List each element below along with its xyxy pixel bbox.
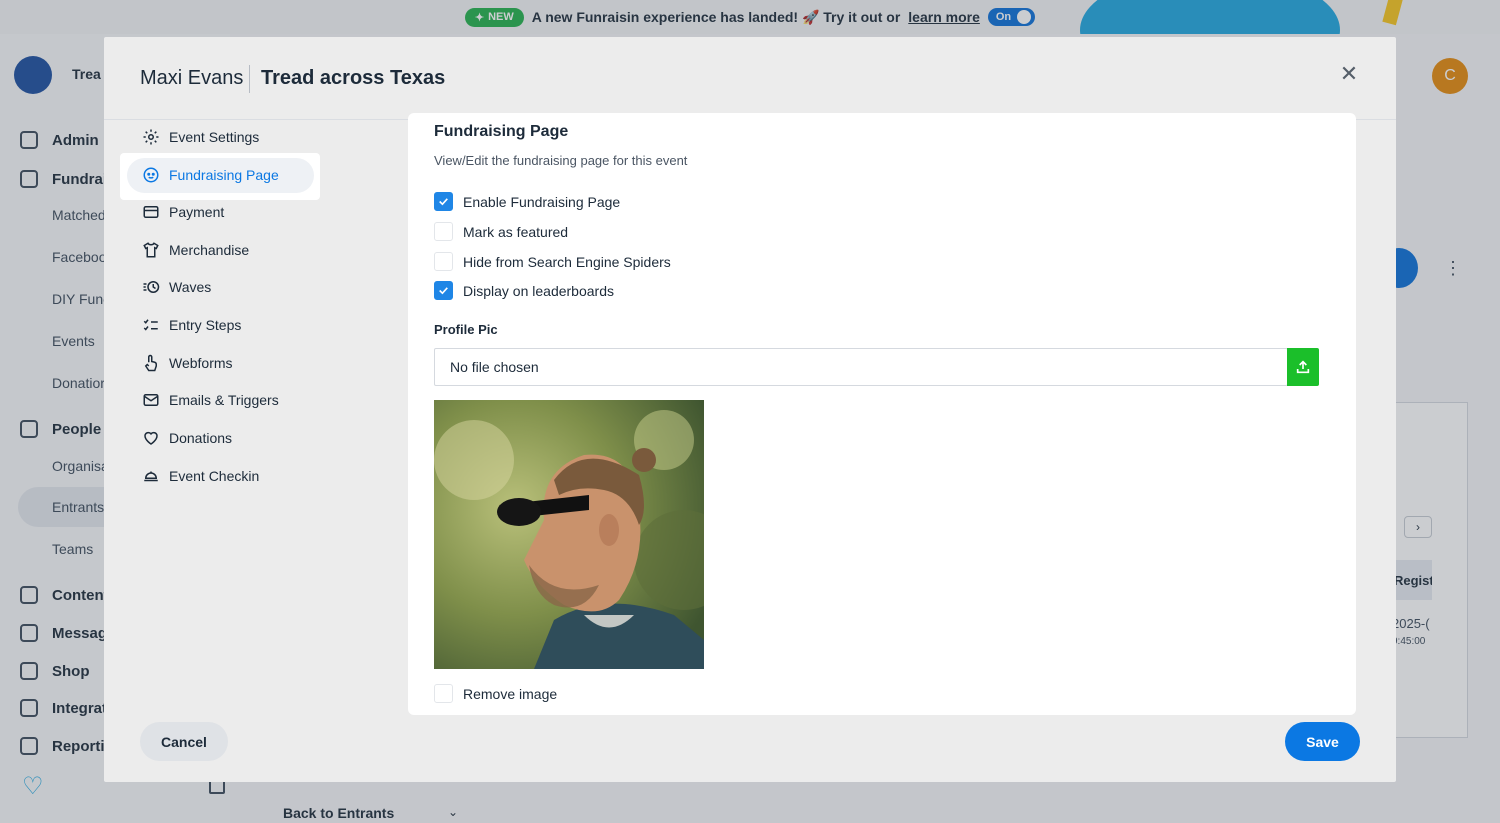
section-subtitle: View/Edit the fundraising page for this … [434, 153, 688, 168]
gear-icon [143, 129, 159, 145]
checklist-icon [143, 319, 158, 331]
pointer-hand-icon [144, 354, 157, 372]
cancel-button[interactable]: Cancel [140, 722, 228, 761]
entrant-name: Maxi Evans [140, 67, 244, 89]
checkmark-icon [439, 287, 448, 295]
nav-waves[interactable]: Waves [122, 268, 322, 306]
nav-event-checkin[interactable]: Event Checkin [122, 457, 322, 495]
checkbox-label: Hide from Search Engine Spiders [463, 253, 671, 270]
mark-featured-checkbox[interactable]: Mark as featured [434, 222, 568, 241]
header-divider [249, 65, 250, 93]
nav-event-settings[interactable]: Event Settings [122, 118, 322, 156]
nav-fundraising-page[interactable]: Fundraising Page [122, 156, 322, 194]
checkbox-label: Display on leaderboards [463, 282, 614, 299]
checkmark-icon [439, 198, 448, 206]
nav-merchandise[interactable]: Merchandise [122, 231, 322, 269]
checkbox-unchecked[interactable] [434, 684, 453, 703]
checkbox-label: Mark as featured [463, 223, 569, 240]
section-title: Fundraising Page [434, 123, 569, 140]
profile-pic-label: Profile Pic [434, 322, 498, 337]
shirt-icon [143, 242, 159, 258]
fundraising-page-panel: Fundraising Page View/Edit the fundraisi… [408, 113, 1356, 715]
modal-header: Maxi Evans Tread across Texas ✕ [104, 37, 1396, 120]
checkbox-unchecked[interactable] [434, 222, 453, 241]
checkbox-label: Remove image [463, 685, 558, 702]
checkbox-checked[interactable] [434, 192, 453, 211]
checkbox-label: Enable Fundraising Page [463, 193, 621, 210]
nav-entry-steps[interactable]: Entry Steps [122, 306, 322, 344]
checkbox-checked[interactable] [434, 281, 453, 300]
hide-from-spiders-checkbox[interactable]: Hide from Search Engine Spiders [434, 252, 671, 271]
heart-icon [144, 431, 158, 445]
nav-emails-triggers[interactable]: Emails & Triggers [122, 381, 322, 419]
event-name: Tread across Texas [261, 67, 446, 89]
checkbox-unchecked[interactable] [434, 252, 453, 271]
face-icon [143, 167, 159, 183]
save-button[interactable]: Save [1285, 722, 1360, 761]
checkin-icon [144, 471, 158, 482]
remove-image-checkbox[interactable]: Remove image [434, 684, 557, 703]
display-leaderboards-checkbox[interactable]: Display on leaderboards [434, 281, 614, 300]
nav-payment[interactable]: Payment [122, 193, 322, 231]
nav-donations[interactable]: Donations [122, 419, 322, 457]
envelope-icon [143, 394, 159, 406]
upload-button[interactable] [1287, 348, 1319, 386]
clock-list-icon [143, 281, 160, 293]
enable-fundraising-checkbox[interactable]: Enable Fundraising Page [434, 192, 620, 211]
profile-photo [434, 400, 704, 669]
upload-icon [1296, 360, 1310, 374]
profile-pic-file-input[interactable]: No file chosen [434, 348, 1288, 386]
nav-webforms[interactable]: Webforms [122, 344, 322, 382]
close-icon[interactable]: ✕ [1338, 63, 1360, 85]
credit-card-icon [143, 206, 159, 218]
